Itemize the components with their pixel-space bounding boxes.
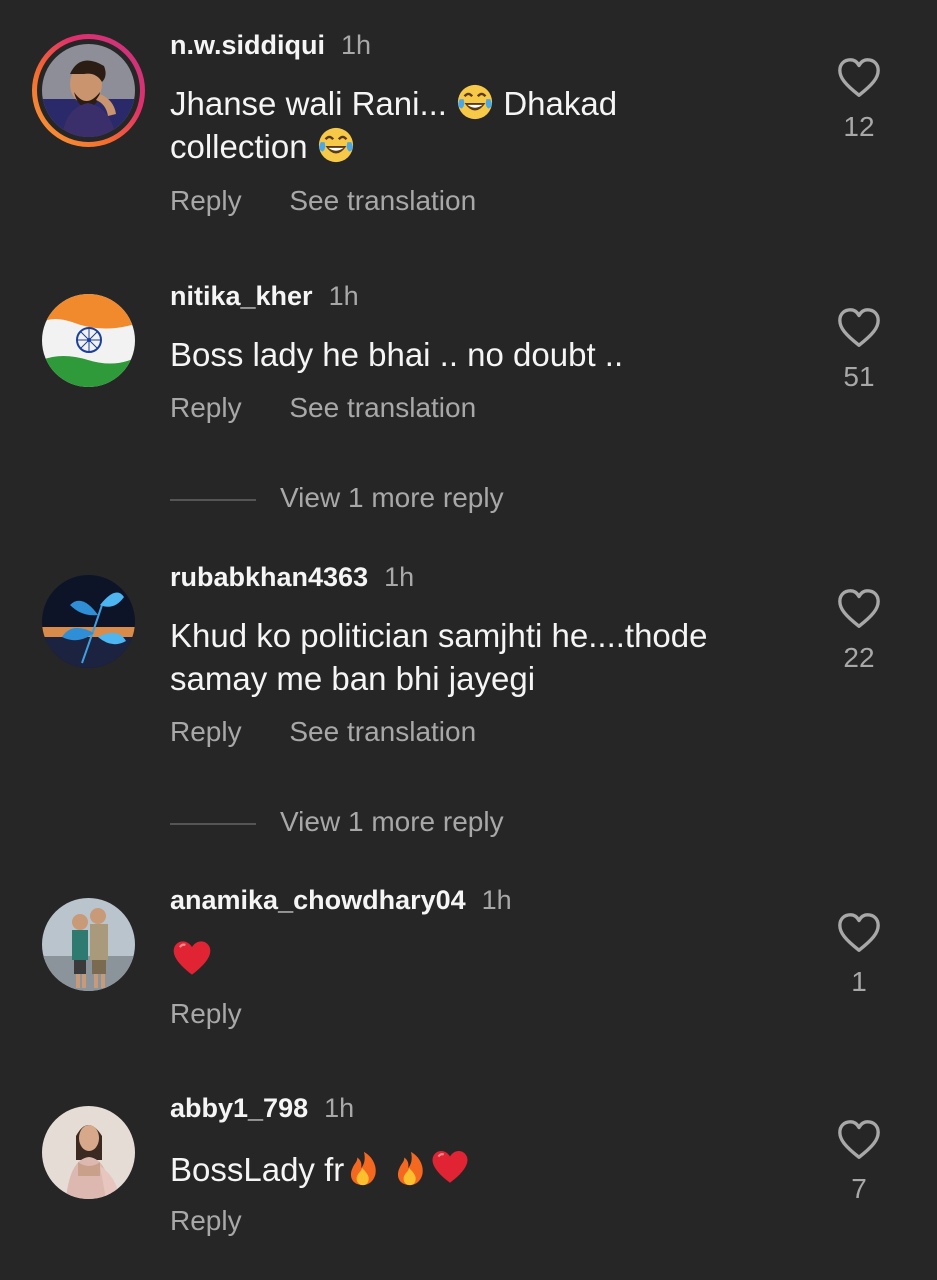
username[interactable]: abby1_798 (170, 1093, 308, 1123)
reply-button[interactable]: Reply (170, 392, 242, 423)
heart-outline-icon[interactable] (836, 586, 882, 632)
reply-button[interactable]: Reply (170, 998, 242, 1029)
couple-photo-icon (42, 898, 135, 991)
heart-outline-icon[interactable] (836, 910, 882, 956)
divider-line (170, 498, 256, 501)
like-count: 12 (843, 111, 875, 142)
avatar[interactable] (42, 294, 135, 387)
heart-outline-icon[interactable] (836, 55, 882, 101)
see-translation-button[interactable]: See translation (289, 185, 476, 216)
comment-text: Boss lady he bhai .. no doubt .. (170, 336, 624, 373)
username[interactable]: nitika_kher (170, 281, 313, 311)
tears-of-joy-emoji (456, 83, 494, 121)
avatar[interactable] (42, 898, 135, 991)
reply-button[interactable]: Reply (170, 185, 242, 216)
woman-photo-icon (42, 1106, 135, 1199)
like-count: 7 (851, 1173, 867, 1204)
username[interactable]: anamika_chowdhary04 (170, 885, 466, 915)
tears-of-joy-emoji (317, 126, 355, 164)
like-count: 22 (843, 642, 875, 673)
view-more-replies-button[interactable]: View 1 more reply (170, 806, 504, 838)
username[interactable]: rubabkhan4363 (170, 562, 368, 592)
view-more-replies-button[interactable]: View 1 more reply (170, 482, 504, 514)
comment-time: 1h (341, 30, 372, 60)
indian-flag-icon (42, 294, 135, 387)
fire-emoji (344, 1149, 382, 1187)
heart-outline-icon[interactable] (836, 1117, 882, 1163)
comment-time: 1h (481, 885, 512, 915)
avatar[interactable] (42, 1106, 135, 1199)
like-count: 1 (851, 966, 867, 997)
comment-text: Jhanse wali Rani... Dhakad collection (170, 83, 618, 165)
avatar[interactable] (32, 34, 145, 147)
like-count: 51 (843, 361, 875, 392)
comment-text: BossLady fr (170, 1145, 770, 1191)
blue-leaf-icon (42, 575, 135, 668)
username[interactable]: n.w.siddiqui (170, 30, 325, 60)
divider-line (170, 822, 256, 825)
comment-text (170, 935, 770, 983)
red-heart-emoji (429, 1145, 471, 1187)
profile-photo-man-icon (42, 44, 135, 137)
reply-button[interactable]: Reply (170, 716, 242, 747)
avatar[interactable] (42, 575, 135, 668)
heart-outline-icon[interactable] (836, 305, 882, 351)
comment-time: 1h (324, 1093, 355, 1123)
comment-text: Khud ko politician samjhti he....thode s… (170, 617, 708, 697)
comment-time: 1h (384, 562, 415, 592)
fire-emoji (391, 1149, 429, 1187)
comment-time: 1h (328, 281, 359, 311)
red-heart-emoji (170, 935, 214, 979)
reply-button[interactable]: Reply (170, 1205, 242, 1236)
see-translation-button[interactable]: See translation (289, 716, 476, 747)
see-translation-button[interactable]: See translation (289, 392, 476, 423)
